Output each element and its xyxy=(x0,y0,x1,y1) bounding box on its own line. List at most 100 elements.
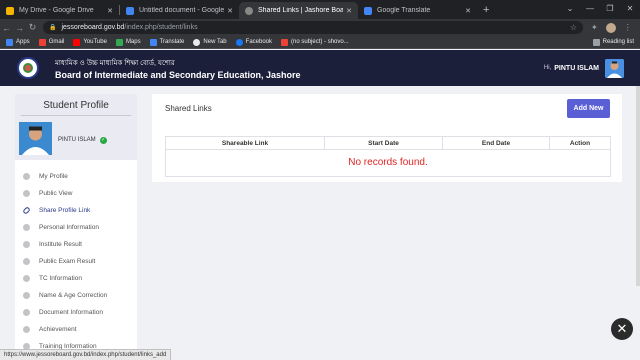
reading-list-label: Reading list xyxy=(602,39,634,45)
sidebar-item-label: Name & Age Correction xyxy=(39,292,108,299)
forward-arrow-icon[interactable]: → xyxy=(13,23,26,33)
shared-links-table: Shareable Link Start Date End Date Actio… xyxy=(165,136,611,177)
sidebar-item-name-age-correction[interactable]: Name & Age Correction xyxy=(15,287,137,304)
trophy-icon xyxy=(23,326,30,333)
link-icon xyxy=(22,206,31,215)
tab-google-translate[interactable]: Google Translate ✕ xyxy=(358,2,477,19)
id-card-icon xyxy=(23,224,30,231)
extensions-puzzle-icon[interactable]: ✦ xyxy=(591,23,598,32)
tab-label: Untitled document - Google Docs xyxy=(139,7,225,14)
gmail-icon xyxy=(38,38,46,46)
document-icon xyxy=(23,275,30,282)
more-vertical-icon[interactable]: ⋮ xyxy=(624,23,632,32)
address-toolbar: ← → ↻ 🔒 jessoreboard.gov.bd/index.php/st… xyxy=(0,19,640,36)
bookmark-label: Gmail xyxy=(48,39,65,45)
profile-name-row: PINTU ISLAM ✓ xyxy=(58,125,107,155)
close-icon[interactable]: ✕ xyxy=(107,7,113,15)
minimize-icon[interactable]: — xyxy=(580,0,600,19)
sidebar-item-label: My Profile xyxy=(39,173,68,180)
page-title: Shared Links xyxy=(165,104,212,113)
tab-label: Shared Links | Jashore Board xyxy=(258,7,344,14)
sidebar-item-public-view[interactable]: Public View xyxy=(15,185,137,202)
url-path: /index.php/student/links xyxy=(124,24,198,31)
bookmark-gmail[interactable]: Gmail xyxy=(38,38,65,46)
site-title-bangla: মাধ্যমিক ও উচ্চ মাধ্যমিক শিক্ষা বোর্ড, য… xyxy=(55,59,175,67)
browser-tab-bar: My Drive - Google Drive ✕ Untitled docum… xyxy=(0,0,640,19)
apps-grid-icon xyxy=(6,38,13,46)
bookmark-label: Maps xyxy=(125,39,141,45)
close-icon[interactable]: ✕ xyxy=(346,7,352,15)
chevron-down-icon[interactable]: ⌄ xyxy=(560,0,580,19)
site-header: মাধ্যমিক ও উচ্চ মাধ্যমিক শিক্ষা বোর্ড, য… xyxy=(0,50,640,86)
verified-check-icon: ✓ xyxy=(99,136,107,144)
header-user-menu[interactable]: Hi, PINTU ISLAM xyxy=(544,58,624,78)
tab-label: Google Translate xyxy=(377,7,431,14)
bookmark-maps[interactable]: Maps xyxy=(115,38,141,46)
board-logo[interactable] xyxy=(17,57,39,79)
facebook-icon xyxy=(235,38,243,46)
sidebar-item-label: TC Information xyxy=(39,275,82,282)
bookmark-new-tab[interactable]: New Tab xyxy=(193,38,227,46)
tab-google-docs[interactable]: Untitled document - Google Docs ✕ xyxy=(120,2,239,19)
close-icon[interactable]: ✕ xyxy=(611,318,633,340)
sidebar-item-personal-information[interactable]: Personal Information xyxy=(15,219,137,236)
column-header-end-date: End Date xyxy=(443,137,550,149)
restore-icon[interactable]: ❐ xyxy=(600,0,620,19)
sidebar-item-institute-result[interactable]: Institute Result xyxy=(15,236,137,253)
window-controls: ⌄ — ❐ ✕ xyxy=(560,0,640,19)
person-photo-icon xyxy=(19,122,52,155)
close-icon[interactable]: ✕ xyxy=(227,7,233,15)
bookmark-gmail-message[interactable]: (no subject) - shovo... xyxy=(281,38,349,46)
back-arrow-icon[interactable]: ← xyxy=(0,23,13,33)
sidebar-item-label: Public Exam Result xyxy=(39,258,96,265)
bookmark-star-icon[interactable]: ☆ xyxy=(570,23,577,32)
user-icon xyxy=(23,173,30,180)
bookmark-label: New Tab xyxy=(203,39,227,45)
tab-google-drive[interactable]: My Drive - Google Drive ✕ xyxy=(0,2,119,19)
user-icon xyxy=(23,190,30,197)
google-docs-icon xyxy=(126,6,134,15)
document-icon xyxy=(23,309,30,316)
edit-icon xyxy=(23,292,30,299)
header-user-name: PINTU ISLAM xyxy=(554,64,599,72)
close-icon[interactable]: ✕ xyxy=(465,7,471,15)
sidebar-item-public-exam-result[interactable]: Public Exam Result xyxy=(15,253,137,270)
sidebar-item-label: Personal Information xyxy=(39,224,99,231)
url-input[interactable]: 🔒 jessoreboard.gov.bd/index.php/student/… xyxy=(43,21,583,34)
sidebar-menu: My Profile Public View Share Profile Lin… xyxy=(15,160,137,350)
close-window-icon[interactable]: ✕ xyxy=(620,0,640,19)
bookmark-youtube[interactable]: YouTube xyxy=(73,38,107,46)
profile-name: PINTU ISLAM xyxy=(58,137,96,143)
sidebar-item-share-profile-link[interactable]: Share Profile Link xyxy=(15,202,137,219)
page-scrollbar[interactable] xyxy=(636,86,640,286)
shared-links-panel: Shared Links Add New Shareable Link Star… xyxy=(152,94,622,182)
sidebar-item-label: Achievement xyxy=(39,326,77,333)
gmail-icon xyxy=(281,38,289,46)
translate-icon xyxy=(149,38,157,46)
reading-list[interactable]: Reading list xyxy=(592,38,634,46)
profile-avatar[interactable] xyxy=(605,22,616,33)
sidebar-item-my-profile[interactable]: My Profile xyxy=(15,168,137,185)
bookmark-translate[interactable]: Translate xyxy=(149,38,184,46)
bookmark-apps[interactable]: Apps xyxy=(6,38,30,46)
sidebar-item-document-information[interactable]: Document Information xyxy=(15,304,137,321)
column-header-start-date: Start Date xyxy=(325,137,443,149)
tab-shared-links[interactable]: Shared Links | Jashore Board ✕ xyxy=(239,2,358,19)
add-new-button[interactable]: Add New xyxy=(567,99,610,118)
youtube-icon xyxy=(73,38,81,46)
lock-icon[interactable]: 🔒 xyxy=(49,24,56,31)
reload-icon[interactable]: ↻ xyxy=(26,22,39,33)
profile-summary: PINTU ISLAM ✓ xyxy=(15,116,137,155)
profile-card: Student Profile PINTU ISLAM ✓ xyxy=(15,94,137,160)
bookmark-facebook[interactable]: Facebook xyxy=(235,38,272,46)
sidebar-item-tc-information[interactable]: TC Information xyxy=(15,270,137,287)
sidebar-item-label: Institute Result xyxy=(39,241,82,248)
site-title: Board of Intermediate and Secondary Educ… xyxy=(55,69,301,80)
sidebar: Student Profile PINTU ISLAM ✓ My Profile… xyxy=(15,94,137,350)
avatar[interactable] xyxy=(605,58,624,78)
new-tab-plus-icon[interactable]: + xyxy=(483,4,489,16)
sidebar-item-achievement[interactable]: Achievement xyxy=(15,321,137,338)
bookmark-label: Apps xyxy=(16,39,30,45)
document-icon xyxy=(23,258,30,265)
bookmarks-bar: Apps Gmail YouTube Maps Translate New Ta… xyxy=(0,36,640,49)
